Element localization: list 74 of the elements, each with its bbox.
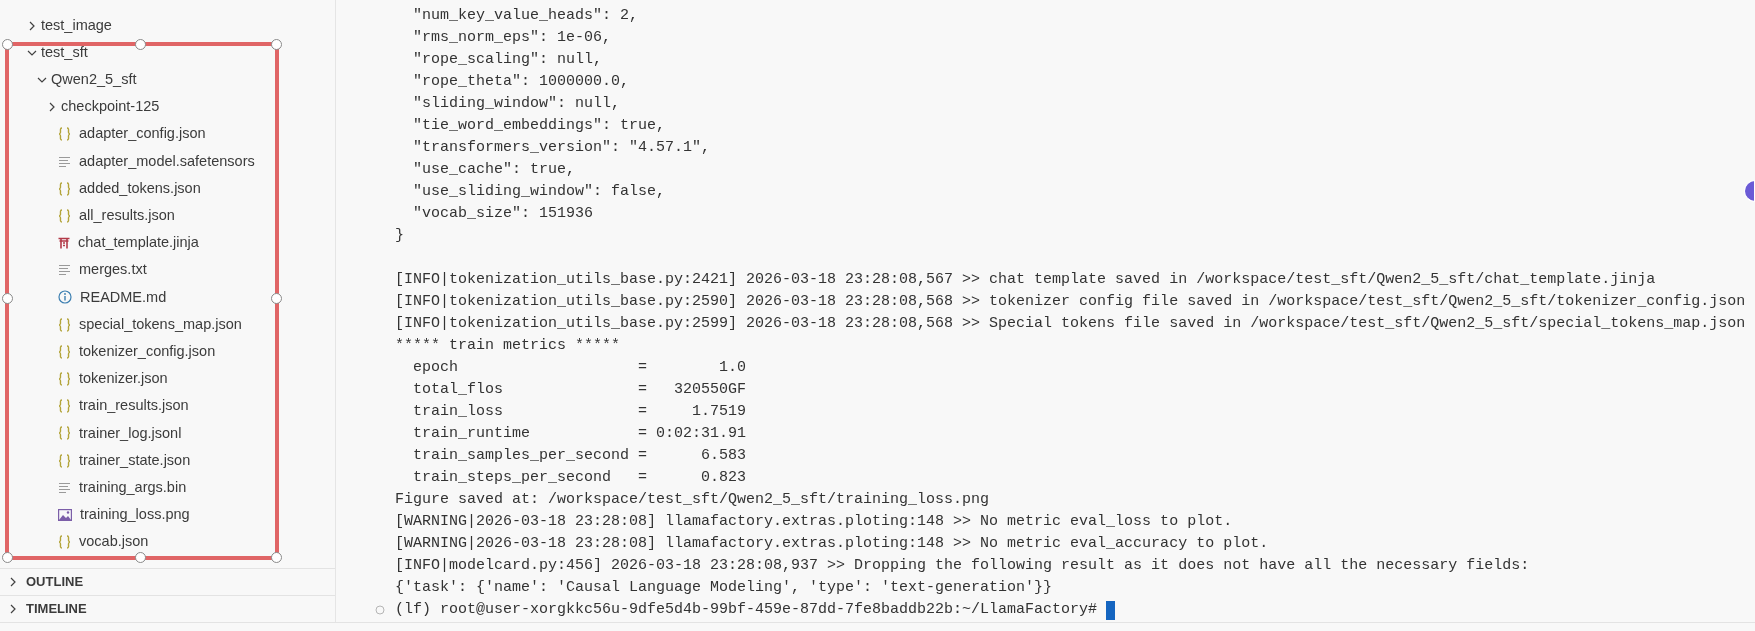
terminal-line: train_samples_per_second = 6.583 [412, 446, 747, 466]
resize-handle[interactable] [271, 552, 282, 563]
braces-icon [58, 208, 71, 223]
file-name[interactable]: merges.txt [79, 259, 147, 282]
terminal-line: "vocab_size": 151936 [412, 204, 594, 224]
file-name[interactable]: tokenizer.json [79, 368, 168, 390]
terminal-line: train_loss = 1.7519 [412, 402, 747, 422]
lines-icon [58, 481, 71, 494]
file-name[interactable]: all_results.json [79, 205, 175, 227]
folder-name[interactable]: Qwen2_5_sft [51, 69, 137, 91]
terminal-line: "rope_scaling": null, [412, 50, 603, 70]
braces-icon [58, 426, 71, 441]
resize-handle[interactable] [2, 293, 13, 304]
file-name[interactable]: README.md [80, 286, 167, 309]
terminal-line: "tie_word_embeddings": true, [412, 116, 666, 136]
file-name[interactable]: training_loss.png [80, 504, 190, 526]
lines-icon [58, 155, 71, 168]
file-name[interactable]: trainer_log.jsonl [79, 422, 182, 445]
file-name[interactable]: added_tokens.json [79, 177, 201, 200]
file-name[interactable]: chat_template.jinja [78, 232, 199, 254]
folder-name[interactable]: test_sft [41, 41, 88, 64]
folder-name[interactable]: checkpoint-125 [61, 96, 160, 119]
image-icon [58, 508, 72, 521]
terminal-line: [WARNING|2026-03-18 23:28:08] llamafactory.extras.ploting:148 >> No metric eval_loss to plot. [395, 512, 1233, 532]
file-name[interactable]: vocab.json [79, 531, 149, 554]
file-name[interactable]: adapter_model.safetensors [79, 150, 255, 173]
resize-handle[interactable] [2, 39, 13, 50]
resize-handle[interactable] [2, 552, 13, 563]
terminal-line: "num_key_value_heads": 2, [412, 6, 639, 26]
resize-handle[interactable] [135, 39, 146, 50]
terminal-line: } [395, 226, 404, 246]
braces-icon [58, 399, 71, 414]
braces-icon [58, 317, 71, 332]
file-name[interactable]: train_results.json [79, 395, 189, 418]
terminal-line: "transformers_version": "4.57.1", [412, 138, 711, 158]
terminal-line: "rope_theta": 1000000.0, [412, 72, 630, 92]
terminal-line: "use_cache": true, [412, 160, 576, 180]
terminal-prompt: (lf) root@user-xorgkkc56u-9dfe5d4b-99bf-459e-87dd-7fe8baddb22b:~/LlamaFactory# [395, 600, 1098, 620]
terminal-line: [INFO|tokenization_utils_base.py:2599] 2026-03-18 23:28:08,568 >> Special tokens file saved in /workspace/test_sft/Qwen2_5_sft/special_tokens_map.json [395, 314, 1746, 334]
panel-header[interactable]: OUTLINE [0, 568, 335, 595]
terminal-line: ***** train metrics ***** [395, 336, 621, 356]
folder-name[interactable]: test_image [41, 14, 112, 37]
terminal-line: [WARNING|2026-03-18 23:28:08] llamafactory.extras.ploting:148 >> No metric eval_accuracy to plot. [395, 534, 1269, 554]
file-name[interactable]: special_tokens_map.json [79, 313, 242, 336]
terminal-line: "rms_norm_eps": 1e-06, [412, 28, 612, 48]
terminal-line: [INFO|tokenization_utils_base.py:2590] 2026-03-18 23:28:08,568 >> tokenizer config file saved in /workspace/test_sft/Qwen2_5_sft/tokenizer_config.json [395, 292, 1746, 312]
resize-handle[interactable] [271, 39, 282, 50]
cursor [1106, 600, 1116, 620]
resize-handle[interactable] [271, 293, 282, 304]
terminal-line: epoch = 1.0 [412, 358, 747, 378]
braces-icon [58, 127, 71, 142]
terminal-line: [INFO|modelcard.py:456] 2026-03-18 23:28:08,937 >> Dropping the following result as it does not have all the necessary fields: [395, 556, 1530, 576]
braces-icon [58, 535, 71, 550]
braces-icon [58, 372, 71, 387]
lines-icon [58, 264, 71, 277]
terminal-line: "use_sliding_window": false, [412, 182, 666, 202]
info-icon [58, 290, 72, 305]
file-name[interactable]: training_args.bin [79, 476, 187, 499]
braces-icon [58, 453, 71, 468]
terminal-line: Figure saved at: /workspace/test_sft/Qwen2_5_sft/training_loss.png [395, 490, 990, 510]
file-name[interactable]: trainer_state.json [79, 449, 191, 472]
terminal-line: [INFO|tokenization_utils_base.py:2421] 2026-03-18 23:28:08,567 >> chat template saved in /workspace/test_sft/Qwen2_5_sft/chat_template.jinja [395, 270, 1656, 290]
braces-icon [58, 344, 71, 359]
braces-icon [58, 181, 71, 196]
circle-icon [375, 605, 385, 615]
file-name[interactable]: adapter_config.json [79, 123, 206, 146]
terminal-line: "sliding_window": null, [412, 94, 621, 114]
resize-handle[interactable] [135, 552, 146, 563]
terminal-line: {'task': {'name': 'Causal Language Modeling', 'type': 'text-generation'}} [395, 578, 1053, 598]
terminal-line: train_runtime = 0:02:31.91 [412, 424, 747, 444]
terminal-line: total_flos = 320550GF [412, 380, 747, 400]
terminal-line: train_steps_per_second = 0.823 [412, 468, 747, 488]
gate-icon [58, 237, 70, 250]
file-name[interactable]: tokenizer_config.json [79, 340, 216, 363]
